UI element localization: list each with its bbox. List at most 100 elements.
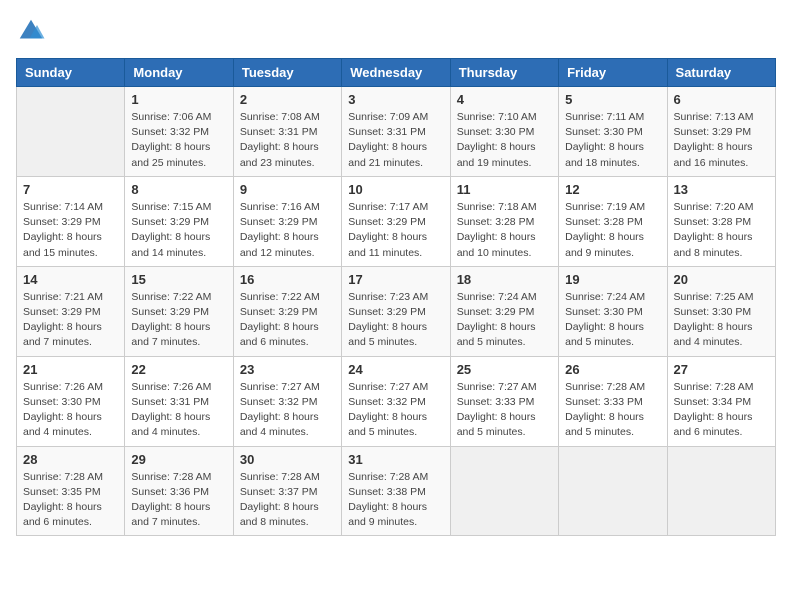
day-number: 2 <box>240 92 335 107</box>
day-number: 14 <box>23 272 118 287</box>
day-number: 10 <box>348 182 443 197</box>
day-info: Sunrise: 7:21 AM Sunset: 3:29 PM Dayligh… <box>23 290 118 351</box>
day-info: Sunrise: 7:28 AM Sunset: 3:34 PM Dayligh… <box>674 380 769 441</box>
day-number: 4 <box>457 92 552 107</box>
empty-day-cell <box>559 446 667 536</box>
calendar-day-30: 30 Sunrise: 7:28 AM Sunset: 3:37 PM Dayli… <box>233 446 341 536</box>
day-info: Sunrise: 7:27 AM Sunset: 3:33 PM Dayligh… <box>457 380 552 441</box>
day-number: 16 <box>240 272 335 287</box>
calendar-day-18: 18 Sunrise: 7:24 AM Sunset: 3:29 PM Dayli… <box>450 266 558 356</box>
calendar-day-4: 4 Sunrise: 7:10 AM Sunset: 3:30 PM Daylig… <box>450 87 558 177</box>
calendar-day-9: 9Sunrise: 7:16 AM Sunset: 3:29 PM Daylig… <box>233 176 341 266</box>
day-info: Sunrise: 7:28 AM Sunset: 3:37 PM Dayligh… <box>240 470 335 531</box>
empty-day-cell <box>667 446 775 536</box>
day-info: Sunrise: 7:13 AM Sunset: 3:29 PM Dayligh… <box>674 110 769 171</box>
calendar-day-24: 24 Sunrise: 7:27 AM Sunset: 3:32 PM Dayli… <box>342 356 450 446</box>
day-number: 31 <box>348 452 443 467</box>
header-day-monday: Monday <box>125 59 233 87</box>
day-info: Sunrise: 7:17 AM Sunset: 3:29 PM Dayligh… <box>348 200 443 261</box>
day-number: 29 <box>131 452 226 467</box>
header-day-tuesday: Tuesday <box>233 59 341 87</box>
calendar-day-28: 28 Sunrise: 7:28 AM Sunset: 3:35 PM Dayli… <box>17 446 125 536</box>
header-day-thursday: Thursday <box>450 59 558 87</box>
day-number: 5 <box>565 92 660 107</box>
calendar-week-row: 14 Sunrise: 7:21 AM Sunset: 3:29 PM Dayli… <box>17 266 776 356</box>
calendar-day-7: 7 Sunrise: 7:14 AM Sunset: 3:29 PM Daylig… <box>17 176 125 266</box>
calendar-day-8: 8Sunrise: 7:15 AM Sunset: 3:29 PM Daylig… <box>125 176 233 266</box>
header-day-wednesday: Wednesday <box>342 59 450 87</box>
calendar-day-15: 15Sunrise: 7:22 AM Sunset: 3:29 PM Dayli… <box>125 266 233 356</box>
day-number: 30 <box>240 452 335 467</box>
day-number: 22 <box>131 362 226 377</box>
day-info: Sunrise: 7:24 AM Sunset: 3:30 PM Dayligh… <box>565 290 660 351</box>
calendar-day-29: 29 Sunrise: 7:28 AM Sunset: 3:36 PM Dayli… <box>125 446 233 536</box>
day-info: Sunrise: 7:28 AM Sunset: 3:35 PM Dayligh… <box>23 470 118 531</box>
page-header <box>16 16 776 46</box>
day-info: Sunrise: 7:14 AM Sunset: 3:29 PM Dayligh… <box>23 200 118 261</box>
day-info: Sunrise: 7:26 AM Sunset: 3:31 PM Dayligh… <box>131 380 226 441</box>
calendar-day-17: 17 Sunrise: 7:23 AM Sunset: 3:29 PM Dayli… <box>342 266 450 356</box>
day-info: Sunrise: 7:27 AM Sunset: 3:32 PM Dayligh… <box>240 380 335 441</box>
logo <box>16 16 50 46</box>
calendar-day-6: 6 Sunrise: 7:13 AM Sunset: 3:29 PM Daylig… <box>667 87 775 177</box>
day-number: 27 <box>674 362 769 377</box>
day-number: 21 <box>23 362 118 377</box>
day-info: Sunrise: 7:23 AM Sunset: 3:29 PM Dayligh… <box>348 290 443 351</box>
calendar-table: SundayMondayTuesdayWednesdayThursdayFrid… <box>16 58 776 536</box>
calendar-day-22: 22 Sunrise: 7:26 AM Sunset: 3:31 PM Dayli… <box>125 356 233 446</box>
calendar-day-1: 1Sunrise: 7:06 AM Sunset: 3:32 PM Daylig… <box>125 87 233 177</box>
calendar-day-25: 25Sunrise: 7:27 AM Sunset: 3:33 PM Dayli… <box>450 356 558 446</box>
header-day-friday: Friday <box>559 59 667 87</box>
calendar-week-row: 28 Sunrise: 7:28 AM Sunset: 3:35 PM Dayli… <box>17 446 776 536</box>
calendar-day-27: 27 Sunrise: 7:28 AM Sunset: 3:34 PM Dayli… <box>667 356 775 446</box>
day-number: 23 <box>240 362 335 377</box>
calendar-day-2: 2 Sunrise: 7:08 AM Sunset: 3:31 PM Daylig… <box>233 87 341 177</box>
calendar-week-row: 7 Sunrise: 7:14 AM Sunset: 3:29 PM Daylig… <box>17 176 776 266</box>
calendar-week-row: 1Sunrise: 7:06 AM Sunset: 3:32 PM Daylig… <box>17 87 776 177</box>
calendar-day-11: 11 Sunrise: 7:18 AM Sunset: 3:28 PM Dayli… <box>450 176 558 266</box>
day-number: 6 <box>674 92 769 107</box>
calendar-week-row: 21 Sunrise: 7:26 AM Sunset: 3:30 PM Dayli… <box>17 356 776 446</box>
day-info: Sunrise: 7:20 AM Sunset: 3:28 PM Dayligh… <box>674 200 769 261</box>
day-info: Sunrise: 7:28 AM Sunset: 3:36 PM Dayligh… <box>131 470 226 531</box>
day-number: 20 <box>674 272 769 287</box>
header-day-saturday: Saturday <box>667 59 775 87</box>
day-info: Sunrise: 7:22 AM Sunset: 3:29 PM Dayligh… <box>240 290 335 351</box>
empty-day-cell <box>450 446 558 536</box>
day-info: Sunrise: 7:09 AM Sunset: 3:31 PM Dayligh… <box>348 110 443 171</box>
calendar-day-16: 16 Sunrise: 7:22 AM Sunset: 3:29 PM Dayli… <box>233 266 341 356</box>
day-number: 26 <box>565 362 660 377</box>
day-info: Sunrise: 7:27 AM Sunset: 3:32 PM Dayligh… <box>348 380 443 441</box>
calendar-day-13: 13Sunrise: 7:20 AM Sunset: 3:28 PM Dayli… <box>667 176 775 266</box>
day-number: 12 <box>565 182 660 197</box>
day-info: Sunrise: 7:10 AM Sunset: 3:30 PM Dayligh… <box>457 110 552 171</box>
calendar-day-3: 3Sunrise: 7:09 AM Sunset: 3:31 PM Daylig… <box>342 87 450 177</box>
day-info: Sunrise: 7:28 AM Sunset: 3:33 PM Dayligh… <box>565 380 660 441</box>
calendar-day-5: 5 Sunrise: 7:11 AM Sunset: 3:30 PM Daylig… <box>559 87 667 177</box>
day-number: 15 <box>131 272 226 287</box>
calendar-day-21: 21 Sunrise: 7:26 AM Sunset: 3:30 PM Dayli… <box>17 356 125 446</box>
calendar-day-23: 23 Sunrise: 7:27 AM Sunset: 3:32 PM Dayli… <box>233 356 341 446</box>
day-number: 18 <box>457 272 552 287</box>
day-number: 11 <box>457 182 552 197</box>
day-info: Sunrise: 7:24 AM Sunset: 3:29 PM Dayligh… <box>457 290 552 351</box>
day-info: Sunrise: 7:26 AM Sunset: 3:30 PM Dayligh… <box>23 380 118 441</box>
day-info: Sunrise: 7:18 AM Sunset: 3:28 PM Dayligh… <box>457 200 552 261</box>
day-number: 9 <box>240 182 335 197</box>
day-number: 28 <box>23 452 118 467</box>
calendar-header-row: SundayMondayTuesdayWednesdayThursdayFrid… <box>17 59 776 87</box>
calendar-day-20: 20 Sunrise: 7:25 AM Sunset: 3:30 PM Dayli… <box>667 266 775 356</box>
day-info: Sunrise: 7:11 AM Sunset: 3:30 PM Dayligh… <box>565 110 660 171</box>
empty-day-cell <box>17 87 125 177</box>
day-info: Sunrise: 7:08 AM Sunset: 3:31 PM Dayligh… <box>240 110 335 171</box>
calendar-day-19: 19 Sunrise: 7:24 AM Sunset: 3:30 PM Dayli… <box>559 266 667 356</box>
calendar-day-31: 31Sunrise: 7:28 AM Sunset: 3:38 PM Dayli… <box>342 446 450 536</box>
day-number: 1 <box>131 92 226 107</box>
day-number: 7 <box>23 182 118 197</box>
calendar-day-10: 10 Sunrise: 7:17 AM Sunset: 3:29 PM Dayli… <box>342 176 450 266</box>
day-info: Sunrise: 7:25 AM Sunset: 3:30 PM Dayligh… <box>674 290 769 351</box>
day-number: 24 <box>348 362 443 377</box>
logo-icon <box>16 16 46 46</box>
day-number: 17 <box>348 272 443 287</box>
day-number: 19 <box>565 272 660 287</box>
